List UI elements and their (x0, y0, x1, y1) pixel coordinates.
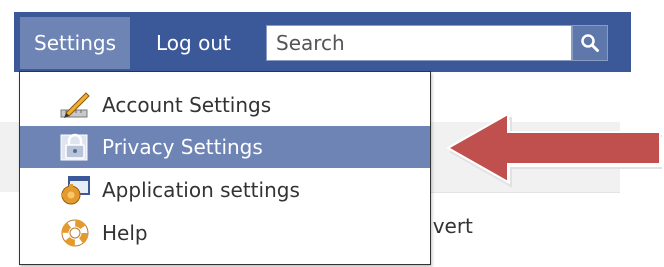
menu-item-help[interactable]: Help (20, 212, 430, 254)
search-input[interactable] (267, 26, 575, 60)
menu-item-label: Privacy Settings (102, 135, 263, 159)
menu-item-label: Account Settings (102, 93, 272, 117)
menu-item-account-settings[interactable]: Account Settings (20, 84, 430, 126)
menu-item-privacy-settings[interactable]: Privacy Settings (20, 126, 430, 168)
red-arrow-left-icon (445, 112, 662, 188)
padlock-icon (60, 133, 88, 161)
pencil-ruler-icon (60, 92, 90, 118)
magnifier-icon (581, 34, 599, 52)
search-box (266, 25, 575, 61)
settings-dropdown-menu: Account Settings Privacy Settings Applic… (19, 71, 431, 265)
menu-item-application-settings[interactable]: Application settings (20, 169, 430, 211)
search-button[interactable] (572, 25, 608, 61)
lifebuoy-icon (61, 219, 89, 247)
settings-menu-button[interactable]: Settings (20, 17, 131, 69)
top-navigation-bar: Settings Log out (14, 12, 631, 72)
menu-item-label: Help (102, 221, 148, 245)
menu-item-label: Application settings (102, 178, 300, 202)
puzzle-window-icon (61, 176, 90, 205)
logout-link[interactable]: Log out (142, 17, 245, 69)
